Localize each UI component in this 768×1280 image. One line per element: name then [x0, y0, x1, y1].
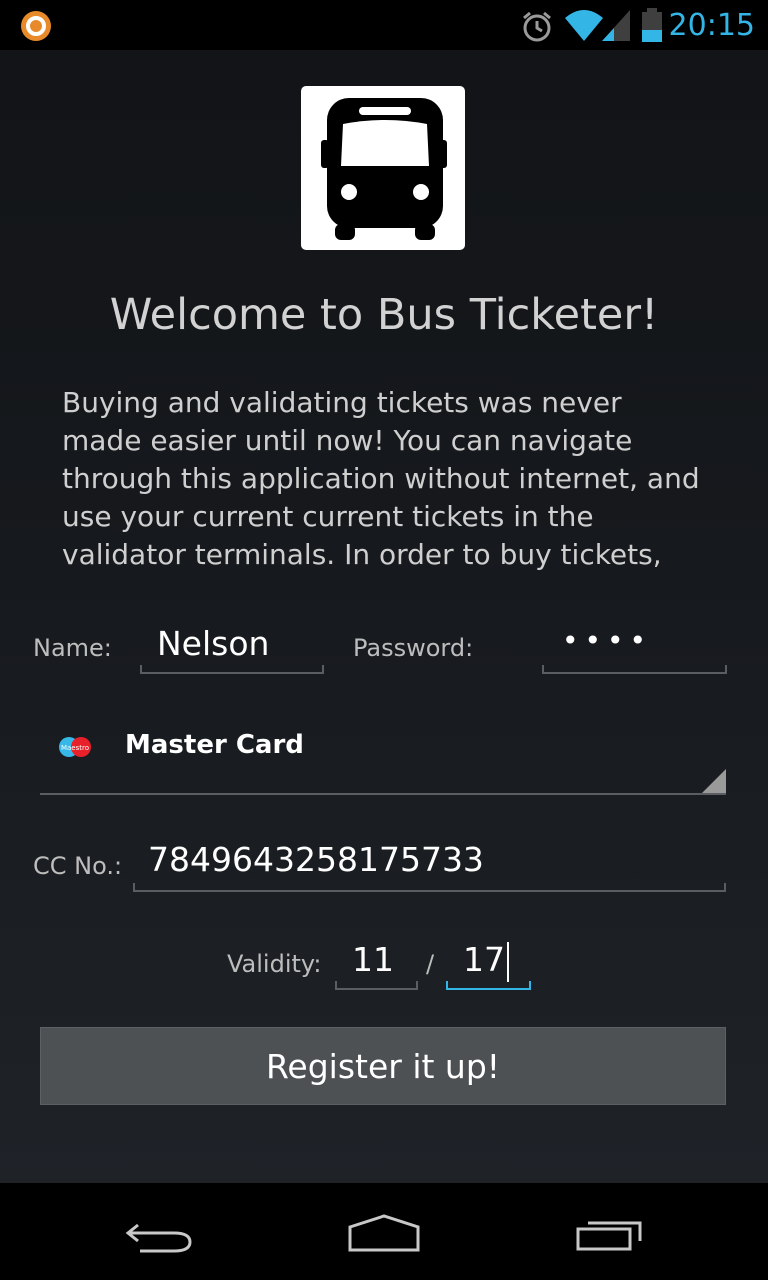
register-button[interactable]: Register it up! — [40, 1027, 726, 1105]
validity-year-field[interactable]: 17 — [446, 940, 531, 990]
page-title: Welcome to Bus Ticketer! — [109, 290, 659, 340]
status-bar: 20:15 — [0, 0, 768, 50]
signal-icon — [602, 10, 630, 41]
password-field[interactable]: •••• — [542, 624, 727, 674]
name-value: Nelson — [157, 624, 270, 663]
wifi-icon — [565, 10, 603, 41]
cc-label: CC No.: — [33, 852, 123, 880]
validity-year-value: 17 — [463, 940, 505, 979]
validity-month-field[interactable]: 11 — [335, 940, 418, 990]
validity-month-value: 11 — [352, 940, 394, 979]
battery-icon — [642, 8, 662, 42]
spinner-arrow-icon — [702, 769, 726, 793]
validity-separator: / — [426, 950, 435, 978]
password-value: •••• — [562, 624, 653, 657]
spinner-underline — [40, 793, 726, 795]
card-type-spinner[interactable]: Maestro Master Card — [40, 712, 726, 794]
password-label: Password: — [353, 634, 474, 662]
bus-icon — [321, 98, 447, 240]
app-notification-icon — [21, 11, 51, 41]
recent-apps-icon[interactable] — [574, 1217, 646, 1253]
name-field[interactable]: Nelson — [140, 624, 324, 674]
description-text: Buying and validating tickets was never … — [62, 386, 700, 571]
maestro-card-icon: Maestro — [59, 737, 91, 757]
app-logo — [301, 86, 465, 250]
clock: 20:15 — [668, 8, 755, 43]
card-type-value: Master Card — [125, 730, 304, 760]
home-icon[interactable] — [346, 1213, 422, 1253]
back-icon[interactable] — [124, 1217, 196, 1253]
alarm-icon — [523, 11, 551, 42]
validity-label: Validity: — [227, 950, 322, 978]
svg-text:Maestro: Maestro — [61, 744, 89, 752]
text-cursor — [507, 941, 509, 982]
cc-number-field[interactable]: 7849643258175733 — [133, 840, 726, 892]
navigation-bar — [0, 1183, 768, 1280]
cc-number-value: 7849643258175733 — [148, 840, 484, 879]
name-label: Name: — [33, 634, 112, 662]
